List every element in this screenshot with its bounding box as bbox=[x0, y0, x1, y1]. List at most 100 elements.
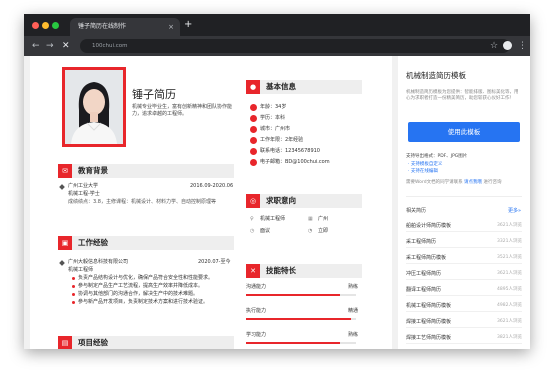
bookmark-star-icon[interactable]: ☆ bbox=[490, 40, 498, 52]
template-sidebar: 机械制造简历模板 机械制造简历模板为您提供：智能排版、图标美化等，用心为求职者打… bbox=[398, 56, 530, 349]
related-item-count: 4895人浏览 bbox=[497, 287, 522, 292]
related-item-name: 采工程师简历 bbox=[406, 239, 437, 245]
related-item[interactable]: 机械工程师简历模板 4982人浏览 bbox=[406, 300, 522, 312]
basic-info-header: ● 基本信息 bbox=[246, 80, 362, 94]
briefcase-icon: ▣ bbox=[58, 236, 72, 250]
related-item-name: 采工程师简历模板 bbox=[406, 255, 447, 261]
timeline-marker bbox=[59, 184, 65, 190]
basic-info-title: 基本信息 bbox=[266, 82, 296, 91]
clock-icon: ◔ bbox=[308, 228, 313, 234]
education-school: 广州工业大学 bbox=[68, 183, 99, 189]
resume-intro: 机械专业毕业生，富有创新精神和团队协作能力，追求卓越的工程师。 bbox=[132, 104, 233, 117]
resume-name: 锤子简历 bbox=[132, 88, 176, 101]
related-item-count: 3321人浏览 bbox=[497, 239, 522, 244]
job-icon: ♀ bbox=[250, 216, 254, 222]
basic-age: 年龄：34岁 bbox=[260, 104, 287, 110]
template-description: 机械制造简历模板为您提供：智能排版、图标美化等，用心为求职者打造一份精美简历，助… bbox=[406, 90, 519, 101]
page-content: 锤子简历 机械专业毕业生，富有创新精神和团队协作能力，追求卓越的工程师。 ✉ 教… bbox=[24, 56, 530, 349]
work-role: 机械工程师 bbox=[68, 267, 94, 273]
forward-icon[interactable]: → bbox=[46, 40, 54, 52]
person-icon: ● bbox=[246, 80, 260, 94]
intention-status: 立即 bbox=[318, 228, 329, 234]
city-icon: ▦ bbox=[308, 216, 313, 222]
projects-header: ▤ 项目经验 bbox=[58, 336, 234, 349]
skill-name: 学习能力 bbox=[246, 332, 267, 338]
format-item: · 支持模板自定义 bbox=[408, 162, 443, 167]
browser-tab[interactable]: 锤子简历在线制作 × bbox=[70, 18, 180, 36]
experience-icon bbox=[250, 137, 257, 144]
browser-menu-icon[interactable]: ⋮ bbox=[518, 40, 527, 52]
basic-email: 电子邮箱：BD@100chui.com bbox=[260, 159, 330, 165]
skill-fill bbox=[246, 294, 340, 296]
related-item[interactable]: 翻译工程师简历 4895人浏览 bbox=[406, 284, 522, 296]
work-header: ▣ 工作经验 bbox=[58, 236, 234, 250]
project-icon: ▤ bbox=[58, 336, 72, 349]
related-item[interactable]: 采工程师简历模板 3521人浏览 bbox=[406, 252, 522, 264]
related-item[interactable]: 船舶设计师简历模板 3621人浏览 bbox=[406, 220, 522, 232]
skill-level-text: 精通 bbox=[348, 308, 359, 314]
url-input[interactable]: 100chui.com bbox=[80, 39, 510, 53]
minimize-window-icon[interactable] bbox=[42, 22, 49, 29]
related-item[interactable]: 冲压工程师简历 3621人浏览 bbox=[406, 268, 522, 280]
related-item[interactable]: 焊接工艺师简历模板 3821人浏览 bbox=[406, 332, 522, 344]
related-item-count: 3621人浏览 bbox=[497, 223, 522, 228]
export-format-title: 支持导出格式：PDF、JPG图片 bbox=[406, 154, 468, 159]
tab-close-icon[interactable]: × bbox=[168, 18, 174, 36]
skill-level-text: 熟练 bbox=[348, 284, 359, 290]
related-item-name: 焊接工艺师简历模板 bbox=[406, 335, 452, 341]
basic-city: 城市：广州市 bbox=[260, 126, 291, 132]
work-bullet: 协调与其他部门的沟通合作，解决生产中的技术难题。 bbox=[78, 291, 199, 297]
bullet-icon bbox=[72, 285, 75, 288]
more-link[interactable]: 更多» bbox=[508, 208, 521, 214]
divider bbox=[406, 196, 522, 197]
profile-avatar-icon[interactable] bbox=[503, 41, 512, 50]
related-item-count: 3621人浏览 bbox=[497, 319, 522, 324]
basic-years: 工作年限：2年经验 bbox=[260, 137, 304, 143]
template-title: 机械制造简历模板 bbox=[406, 71, 466, 80]
education-header: ✉ 教育背景 bbox=[58, 164, 234, 178]
skill-bar bbox=[246, 342, 356, 344]
location-icon bbox=[250, 126, 257, 133]
bullet-icon bbox=[72, 277, 75, 280]
intention-title: 求职意向 bbox=[266, 196, 296, 205]
related-item[interactable]: 采工程师简历 3321人浏览 bbox=[406, 236, 522, 248]
back-icon[interactable]: ← bbox=[32, 40, 40, 52]
phone-icon bbox=[250, 148, 257, 155]
stop-loading-icon[interactable]: ✕ bbox=[62, 40, 70, 52]
related-item-name: 机械工程师简历模板 bbox=[406, 303, 452, 309]
close-window-icon[interactable] bbox=[32, 22, 39, 29]
intention-header: ◎ 求职意向 bbox=[246, 194, 362, 208]
contact-link[interactable]: 请点我哦 bbox=[464, 180, 482, 185]
target-icon: ◎ bbox=[246, 194, 260, 208]
education-icon bbox=[250, 115, 257, 122]
work-company: 广州大毅信息科技有限公司 bbox=[68, 259, 129, 265]
education-title: 教育背景 bbox=[78, 166, 108, 175]
intention-city: 广州 bbox=[318, 216, 329, 222]
use-template-button[interactable]: 使用此模板 bbox=[408, 122, 520, 142]
related-item-name: 焊接工程师简历模板 bbox=[406, 319, 452, 325]
profile-photo bbox=[62, 67, 126, 147]
url-text: 100chui.com bbox=[92, 43, 128, 49]
basic-degree: 学历：本科 bbox=[260, 115, 286, 121]
intention-job: 机械工程师 bbox=[260, 216, 286, 222]
skill-name: 执行能力 bbox=[246, 308, 267, 314]
timeline-marker bbox=[59, 260, 65, 266]
format-item: · 支持在线编辑 bbox=[408, 169, 438, 174]
maximize-window-icon[interactable] bbox=[52, 22, 59, 29]
work-bullet: 负责产品结构设计与优化，确保产品符合安全性和性能要求。 bbox=[78, 275, 214, 281]
word-note-text: 需要Word文档的同学请联系 bbox=[406, 180, 463, 185]
basic-phone: 联系电话：12345678910 bbox=[260, 148, 320, 154]
related-item[interactable]: 焊接工程师简历模板 3621人浏览 bbox=[406, 316, 522, 328]
skill-fill bbox=[246, 318, 351, 320]
work-bullet: 参与制定产品生产工艺流程，提高生产效率并降低成本。 bbox=[78, 283, 204, 289]
related-item-count: 4982人浏览 bbox=[497, 303, 522, 308]
address-bar-row: ← → ✕ 100chui.com ☆ ⋮ bbox=[24, 36, 530, 56]
word-note: 需要Word文档的同学请联系 请点我哦 进行咨询 bbox=[406, 180, 501, 186]
new-tab-button[interactable]: + bbox=[184, 18, 192, 32]
skill-level-text: 熟练 bbox=[348, 332, 359, 338]
related-item-name: 船舶设计师简历模板 bbox=[406, 223, 452, 229]
title-bar: 锤子简历在线制作 × + bbox=[24, 14, 530, 36]
skills-title: 技能特长 bbox=[266, 266, 296, 275]
skill-bar bbox=[246, 318, 356, 320]
education-detail: 成绩绩点：3.8，主修课程：机械设计、材料力学、自动控制原理等 bbox=[68, 199, 216, 205]
